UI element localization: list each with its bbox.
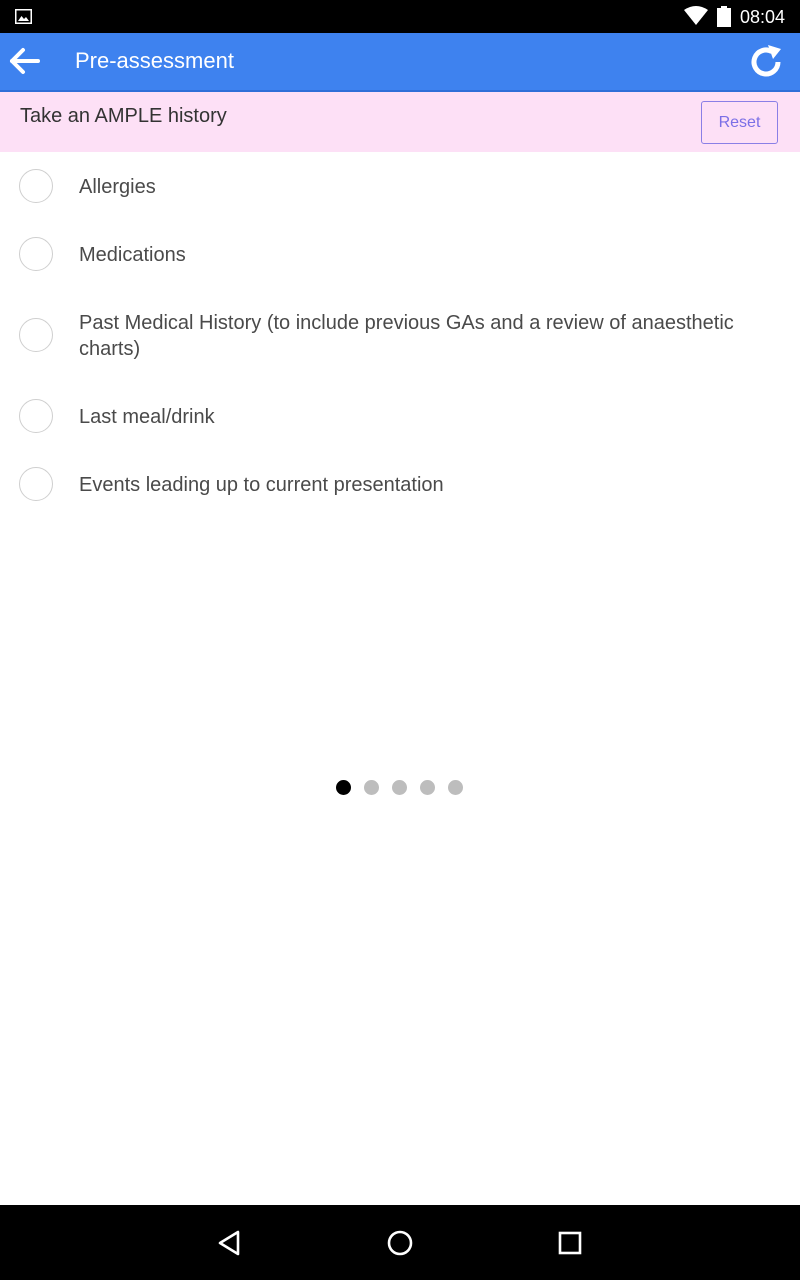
section-header: Take an AMPLE history Reset: [0, 92, 800, 152]
checklist-item-label: Medications: [79, 244, 186, 266]
recents-square-icon[interactable]: [554, 1227, 586, 1259]
home-circle-icon[interactable]: [384, 1227, 416, 1259]
system-nav-bar: [0, 1205, 800, 1280]
radio-button[interactable]: [19, 237, 53, 271]
section-title: Take an AMPLE history: [20, 105, 227, 127]
checklist-item-last-meal[interactable]: Last meal/drink: [0, 398, 800, 436]
reset-button[interactable]: Reset: [701, 101, 778, 144]
page-title: Pre-assessment: [75, 48, 234, 73]
status-bar: 08:04: [0, 0, 800, 33]
back-triangle-icon[interactable]: [214, 1227, 246, 1259]
page-indicator: [336, 780, 464, 796]
page-dot[interactable]: [448, 780, 463, 795]
page-dot[interactable]: [364, 780, 379, 795]
checklist-item-allergies[interactable]: Allergies: [0, 168, 800, 206]
radio-button[interactable]: [19, 467, 53, 501]
page-dot[interactable]: [420, 780, 435, 795]
checklist-item-label: Last meal/drink: [79, 406, 215, 428]
app-bar: Pre-assessment: [0, 33, 800, 92]
wifi-icon: [684, 6, 708, 31]
radio-button[interactable]: [19, 169, 53, 203]
checklist-item-label: Allergies: [79, 176, 156, 198]
radio-button[interactable]: [19, 318, 53, 352]
checklist-item-label: Events leading up to current presentatio…: [79, 474, 444, 496]
radio-button[interactable]: [19, 399, 53, 433]
page-dot[interactable]: [336, 780, 351, 795]
checklist-item-events[interactable]: Events leading up to current presentatio…: [0, 466, 800, 504]
checklist-item-medications[interactable]: Medications: [0, 236, 800, 274]
checklist-item-label: Past Medical History (to include previou…: [79, 312, 734, 360]
checklist-item-past-medical-history[interactable]: Past Medical History (to include previou…: [0, 309, 800, 365]
page-dot[interactable]: [392, 780, 407, 795]
battery-icon: [717, 6, 731, 32]
status-time: 08:04: [740, 7, 786, 27]
image-icon: [15, 9, 32, 29]
back-button[interactable]: [8, 45, 44, 77]
refresh-button[interactable]: [746, 43, 786, 81]
arrow-left-icon: [8, 48, 44, 81]
refresh-icon: [746, 45, 786, 85]
